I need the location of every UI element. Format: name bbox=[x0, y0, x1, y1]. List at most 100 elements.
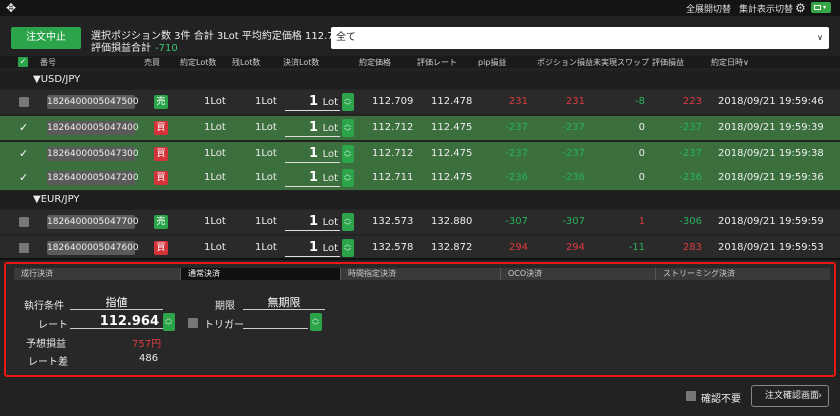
tab-oco[interactable]: OCO決済 bbox=[500, 268, 655, 280]
position-id: 1826400005047600 bbox=[47, 241, 139, 255]
chevron-down-icon[interactable]: ﹀ bbox=[344, 103, 351, 110]
header-date[interactable]: 約定日時∨ bbox=[711, 57, 749, 68]
filter-select[interactable]: 全て ∨ bbox=[331, 27, 829, 49]
chevron-up-icon[interactable]: ︿ bbox=[344, 147, 351, 154]
lot-cell: 1Lot bbox=[204, 148, 226, 159]
swap-cell: -8 bbox=[635, 96, 645, 107]
tab-normal[interactable]: 通常決済 bbox=[180, 268, 340, 280]
rate-input[interactable]: 112.964 bbox=[70, 314, 163, 329]
chevron-up-icon[interactable]: ︿ bbox=[344, 241, 351, 248]
header-settle[interactable]: 決済Lot数 bbox=[283, 57, 319, 68]
settle-lot-input[interactable]: 1 Lot bbox=[285, 213, 340, 231]
window-mode-icon[interactable]: ▾ bbox=[811, 2, 831, 13]
header-number[interactable]: 番号 bbox=[40, 57, 56, 68]
pos-pl-cell: 231 bbox=[565, 96, 585, 107]
lot-stepper[interactable]: ︿ ﹀ bbox=[342, 145, 354, 163]
table-row[interactable]: ✓ 1826400005047200 買 1Lot 1Lot 1 Lot ︿ ﹀ 1… bbox=[0, 166, 840, 190]
expand-all-toggle[interactable]: 全展開切替 bbox=[686, 2, 731, 15]
settle-lot-input[interactable]: 1 Lot bbox=[285, 119, 340, 137]
trigger-input[interactable] bbox=[243, 314, 308, 329]
row-checkbox[interactable]: ✓ bbox=[19, 121, 28, 134]
confirm-skip-checkbox[interactable] bbox=[686, 391, 696, 401]
lot-stepper[interactable]: ︿ ﹀ bbox=[342, 239, 354, 257]
header-swap[interactable]: 未実現スワップ bbox=[593, 57, 649, 68]
table-row[interactable]: 1826400005047600 買 1Lot 1Lot 1 Lot ︿ ﹀ 132… bbox=[0, 236, 840, 260]
header-eval[interactable]: 評価損益 bbox=[652, 57, 684, 68]
chevron-up-icon[interactable]: ︿ bbox=[344, 171, 351, 178]
chevron-up-icon[interactable]: ︿ bbox=[165, 315, 172, 322]
pip-cell: -237 bbox=[505, 122, 528, 133]
settle-lot-input[interactable]: 1 Lot bbox=[285, 145, 340, 163]
trigger-checkbox[interactable] bbox=[188, 318, 198, 328]
footer: 確認不要 注文確認画面 › bbox=[0, 382, 840, 416]
settle-lot-unit: Lot bbox=[322, 123, 338, 134]
price-cell: 112.709 bbox=[372, 96, 414, 107]
remain-cell: 1Lot bbox=[255, 122, 277, 133]
chevron-down-icon[interactable]: ﹀ bbox=[344, 129, 351, 136]
group-usdjpy[interactable]: ▼USD/JPY bbox=[0, 71, 840, 89]
remain-cell: 1Lot bbox=[255, 148, 277, 159]
lot-cell: 1Lot bbox=[204, 96, 226, 107]
header-rate[interactable]: 評価レート bbox=[417, 57, 457, 68]
period-select[interactable]: 無期限 bbox=[243, 295, 325, 310]
tab-market[interactable]: 成行決済 bbox=[14, 268, 180, 280]
expected-pl-value: 757円 bbox=[132, 339, 162, 350]
chevron-down-icon[interactable]: ﹀ bbox=[344, 155, 351, 162]
table-row[interactable]: 1826400005047500 売 1Lot 1Lot 1 Lot ︿ ﹀ 112… bbox=[0, 90, 840, 114]
pip-cell: -236 bbox=[505, 172, 528, 183]
summary-toggle[interactable]: 集計表示切替 bbox=[739, 2, 793, 15]
header-remain[interactable]: 残Lot数 bbox=[232, 57, 260, 68]
row-checkbox[interactable]: ✓ bbox=[19, 171, 28, 184]
tab-streaming[interactable]: ストリーミング決済 bbox=[655, 268, 824, 280]
settle-lot-input[interactable]: 1 Lot bbox=[285, 93, 340, 111]
table-row[interactable]: 1826400005047700 売 1Lot 1Lot 1 Lot ︿ ﹀ 132… bbox=[0, 210, 840, 234]
row-checkbox[interactable] bbox=[19, 243, 29, 253]
settle-lot-input[interactable]: 1 Lot bbox=[285, 239, 340, 257]
exec-condition-select[interactable]: 指値 bbox=[70, 295, 163, 310]
header-pos-pl[interactable]: ポジション損益 bbox=[537, 57, 593, 68]
table-row[interactable]: ✓ 1826400005047300 買 1Lot 1Lot 1 Lot ︿ ﹀ 1… bbox=[0, 142, 840, 166]
chevron-up-icon[interactable]: ︿ bbox=[344, 121, 351, 128]
stop-order-button[interactable]: 注文中止 bbox=[11, 27, 81, 49]
chevron-down-icon[interactable]: ﹀ bbox=[344, 179, 351, 186]
row-checkbox[interactable] bbox=[19, 217, 29, 227]
chevron-up-icon[interactable]: ︿ bbox=[344, 95, 351, 102]
select-all-checkbox[interactable]: ✓ bbox=[18, 57, 28, 67]
settle-lot-unit: Lot bbox=[322, 149, 338, 160]
header-price[interactable]: 約定価格 bbox=[359, 57, 391, 68]
settle-lot-input[interactable]: 1 Lot bbox=[285, 169, 340, 187]
chevron-up-icon[interactable]: ︿ bbox=[312, 315, 319, 322]
chevron-down-icon[interactable]: ﹀ bbox=[344, 223, 351, 230]
chevron-down-icon[interactable]: ﹀ bbox=[312, 323, 319, 330]
header-side[interactable]: 売買 bbox=[144, 57, 160, 68]
lot-stepper[interactable]: ︿ ﹀ bbox=[342, 119, 354, 137]
gear-icon[interactable]: ⚙ bbox=[795, 1, 806, 15]
eval-cell: -237 bbox=[679, 148, 702, 159]
confirm-screen-button[interactable]: 注文確認画面 › bbox=[751, 385, 829, 407]
chevron-down-icon[interactable]: ﹀ bbox=[165, 323, 172, 330]
lot-stepper[interactable]: ︿ ﹀ bbox=[342, 213, 354, 231]
header-pip[interactable]: pip損益 bbox=[478, 57, 506, 68]
trigger-stepper[interactable]: ︿ ﹀ bbox=[310, 313, 322, 331]
lot-cell: 1Lot bbox=[204, 242, 226, 253]
move-icon[interactable]: ✥ bbox=[6, 2, 16, 14]
header-lot[interactable]: 約定Lot数 bbox=[180, 57, 216, 68]
pl-summary-value: -710 bbox=[155, 43, 178, 54]
rate-stepper[interactable]: ︿ ﹀ bbox=[163, 313, 175, 331]
chevron-down-icon[interactable]: ﹀ bbox=[344, 249, 351, 256]
pos-pl-cell: -236 bbox=[562, 172, 585, 183]
lot-stepper[interactable]: ︿ ﹀ bbox=[342, 169, 354, 187]
chevron-up-icon[interactable]: ︿ bbox=[344, 215, 351, 222]
eval-cell: -236 bbox=[679, 172, 702, 183]
group-eurjpy[interactable]: ▼EUR/JPY bbox=[0, 191, 840, 209]
side-badge: 売 bbox=[154, 95, 168, 109]
tab-timed[interactable]: 時間指定決済 bbox=[340, 268, 500, 280]
rate-label: レート bbox=[38, 320, 68, 331]
row-checkbox[interactable] bbox=[19, 97, 29, 107]
row-checkbox[interactable]: ✓ bbox=[19, 147, 28, 160]
settle-lot-value: 1 bbox=[308, 240, 318, 255]
settle-lot-unit: Lot bbox=[322, 173, 338, 184]
splitter[interactable] bbox=[0, 258, 840, 260]
lot-stepper[interactable]: ︿ ﹀ bbox=[342, 93, 354, 111]
table-row[interactable]: ✓ 1826400005047400 買 1Lot 1Lot 1 Lot ︿ ﹀ 1… bbox=[0, 116, 840, 140]
